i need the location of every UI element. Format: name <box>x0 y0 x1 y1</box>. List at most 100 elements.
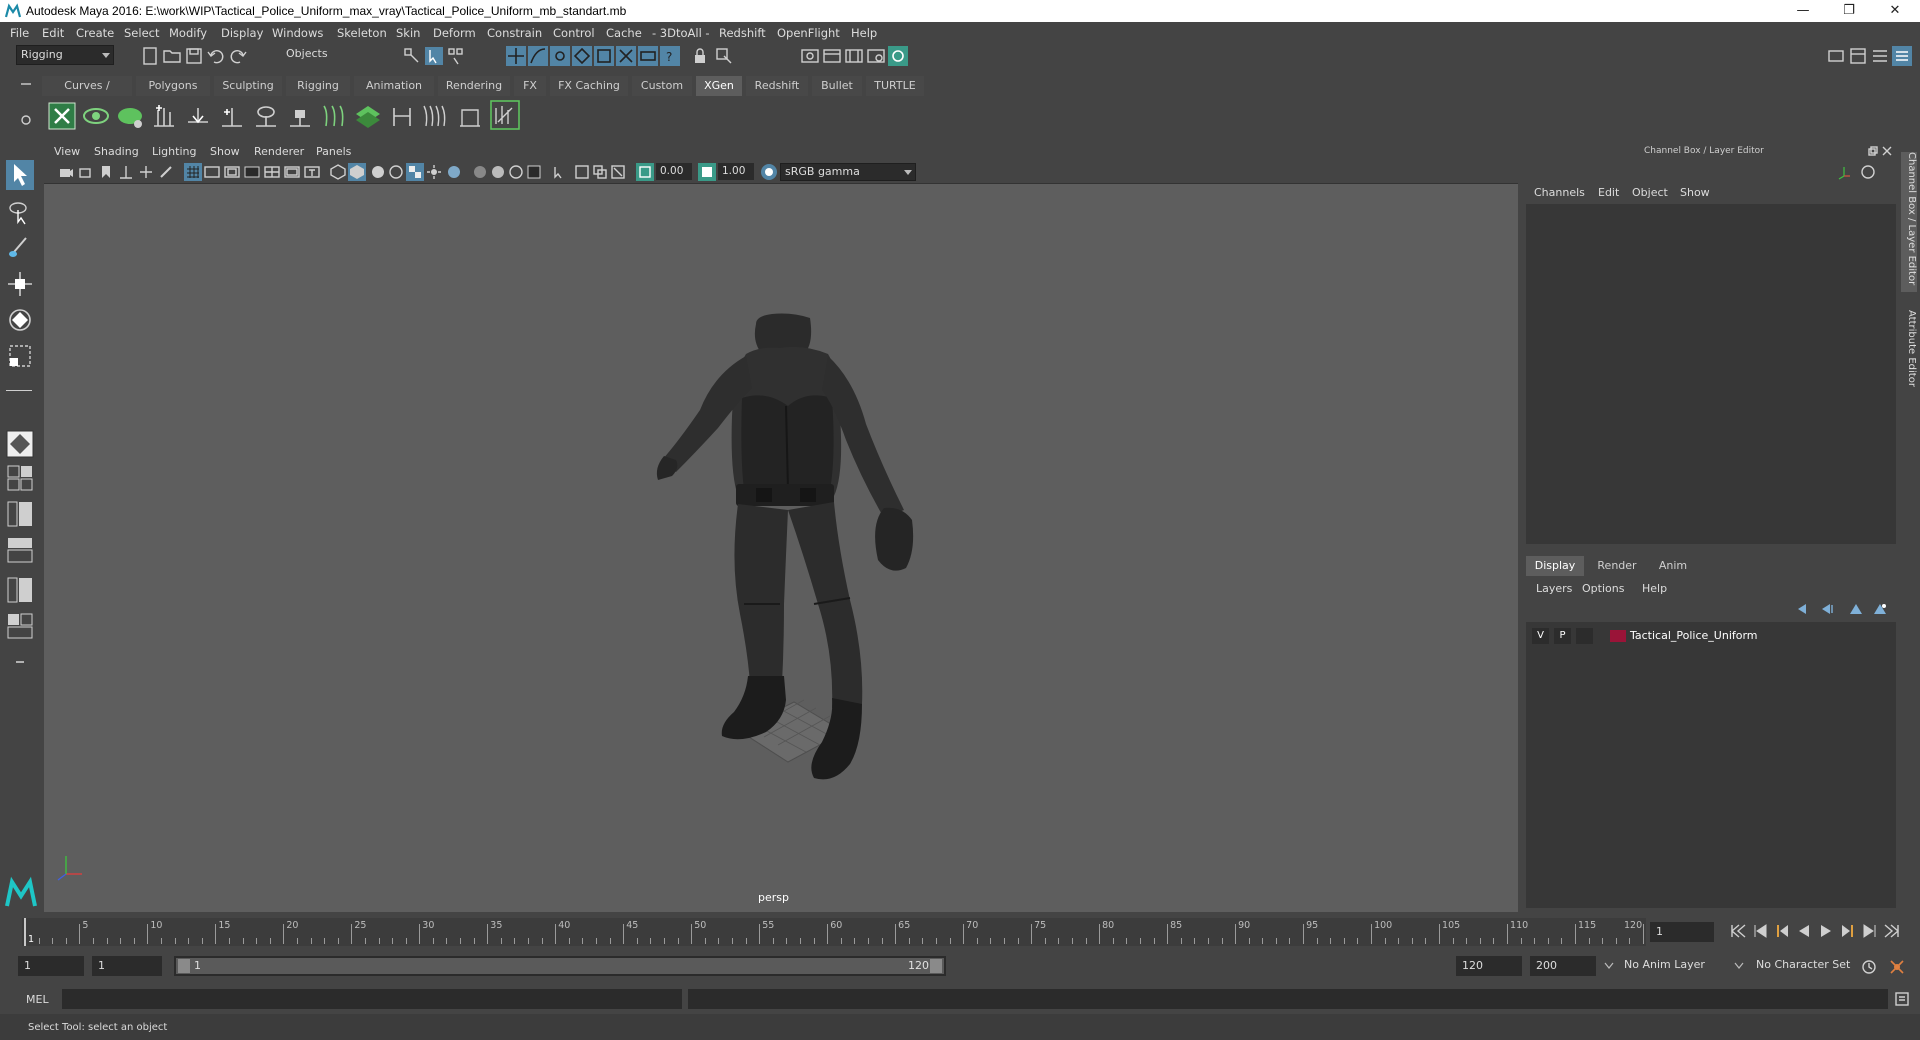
menu-deform[interactable]: Deform <box>433 26 476 40</box>
menu-skin[interactable]: Skin <box>396 26 420 40</box>
side-tab-attribute-editor[interactable]: Attribute Editor <box>1901 310 1917 400</box>
xgen-sculpt-guide-icon[interactable] <box>184 102 212 130</box>
view-transform-dropdown[interactable]: sRGB gamma <box>780 163 916 181</box>
smooth-shade-icon[interactable] <box>348 163 366 181</box>
step-forward-frame-icon[interactable] <box>1862 924 1878 938</box>
gate-mask-icon[interactable] <box>244 164 260 180</box>
panel-menu-view[interactable]: View <box>54 145 80 158</box>
new-layer-selected-icon[interactable] <box>1872 602 1888 616</box>
shelf-tab-fx-caching[interactable]: FX Caching <box>550 76 628 96</box>
camera-attributes-icon[interactable] <box>78 164 94 180</box>
xgen-lock-guides-icon[interactable] <box>286 102 314 130</box>
twod-pan-zoom-icon[interactable] <box>138 164 154 180</box>
auto-key-icon[interactable] <box>1860 958 1878 976</box>
channel-box-menu-channels[interactable]: Channels <box>1534 186 1585 199</box>
anim-layer-dropdown-arrow-icon[interactable] <box>1604 962 1614 970</box>
close-button[interactable]: ✕ <box>1872 0 1918 22</box>
xgen-place-guide-icon[interactable] <box>218 102 246 130</box>
menu-control[interactable]: Control <box>553 26 595 40</box>
select-hierarchy-icon[interactable] <box>402 46 422 66</box>
persp-graph-layout-icon[interactable] <box>6 536 34 564</box>
scale-tool-icon[interactable] <box>6 342 34 370</box>
layer-display-type-toggle[interactable] <box>1576 628 1593 644</box>
range-slider-left-grip[interactable] <box>178 959 190 973</box>
menu-3dtoall[interactable]: - 3DtoAll - <box>652 26 710 40</box>
xgen-rig-guides-icon[interactable] <box>388 102 416 130</box>
xray-icon[interactable] <box>574 164 590 180</box>
shelf-tab-animation[interactable]: Animation <box>354 76 434 96</box>
shelf-tab-fx[interactable]: FX <box>514 76 546 96</box>
xgen-preview-icon[interactable] <box>82 102 110 130</box>
textured-icon[interactable] <box>406 163 424 181</box>
menu-select[interactable]: Select <box>124 26 159 40</box>
persp-outliner-layout-icon[interactable] <box>6 500 34 528</box>
wireframe-icon[interactable] <box>330 164 346 180</box>
xgen-guide-select-icon[interactable] <box>490 100 520 130</box>
image-plane-icon[interactable] <box>118 164 134 180</box>
restore-button[interactable]: ❐ <box>1826 0 1872 22</box>
select-object-icon[interactable] <box>424 46 444 66</box>
hypershade-icon[interactable] <box>866 46 886 66</box>
time-slider[interactable]: 1 5 10 15 20 25 30 35 40 45 50 55 60 65 70 75 80 85 90 95 10… <box>22 914 1646 948</box>
open-scene-icon[interactable] <box>162 46 182 66</box>
layer-name[interactable]: Tactical_Police_Uniform <box>1630 629 1758 642</box>
shelf-tab-rendering[interactable]: Rendering <box>438 76 510 96</box>
new-layer-icon[interactable] <box>1848 602 1864 616</box>
undo-icon[interactable] <box>206 46 226 66</box>
history-icon[interactable] <box>638 46 658 66</box>
layer-menu-help[interactable]: Help <box>1642 582 1667 595</box>
move-tool-icon[interactable] <box>6 270 34 298</box>
animation-end-field[interactable]: 200 <box>1530 956 1596 976</box>
menu-display[interactable]: Display <box>221 26 263 40</box>
snap-curve-icon[interactable] <box>528 46 548 66</box>
character-set-dropdown-arrow-icon[interactable] <box>1734 962 1744 970</box>
four-view-layout-icon[interactable] <box>6 464 34 492</box>
xray-active-components-icon[interactable] <box>592 164 608 180</box>
xgen-brush-icon[interactable] <box>456 102 484 130</box>
channel-box-menu-show[interactable]: Show <box>1680 186 1710 199</box>
film-gate-icon[interactable] <box>204 164 220 180</box>
shelf-menu-icon[interactable] <box>18 74 34 94</box>
play-backwards-icon[interactable] <box>1796 924 1812 938</box>
layer-visibility-toggle[interactable]: V <box>1532 628 1549 644</box>
command-language-label[interactable]: MEL <box>26 993 49 1006</box>
shelf-tab-custom[interactable]: Custom <box>632 76 692 96</box>
shelf-settings-icon[interactable] <box>18 112 34 128</box>
snap-point-icon[interactable] <box>550 46 570 66</box>
ipr-render-icon[interactable] <box>822 46 842 66</box>
safe-action-icon[interactable] <box>284 164 300 180</box>
shelf-tab-polygons[interactable]: Polygons <box>136 76 210 96</box>
screen-space-ao-icon[interactable] <box>472 164 488 180</box>
layer-tab-display[interactable]: Display <box>1526 556 1584 576</box>
side-tab-channel-box[interactable]: Channel Box / Layer Editor <box>1901 152 1917 292</box>
menu-redshift[interactable]: Redshift <box>719 26 766 40</box>
selection-mode-dropdown[interactable]: Objects <box>282 45 380 65</box>
channel-box-menu-edit[interactable]: Edit <box>1598 186 1619 199</box>
play-forwards-icon[interactable] <box>1818 924 1834 938</box>
animation-start-field[interactable]: 1 <box>18 956 84 976</box>
playback-start-field[interactable]: 1 <box>92 956 162 976</box>
grease-pencil-icon[interactable] <box>158 164 174 180</box>
xgen-guides-to-curves-icon[interactable] <box>320 102 348 130</box>
exposure-icon[interactable] <box>636 163 654 181</box>
move-layer-down-icon[interactable] <box>1820 602 1836 616</box>
shelf-tab-bullet[interactable]: Bullet <box>812 76 862 96</box>
script-editor-icon[interactable] <box>1894 991 1910 1007</box>
float-panel-icon[interactable] <box>1868 146 1878 156</box>
color-management-icon[interactable] <box>760 163 778 181</box>
layer-playback-toggle[interactable]: P <box>1554 628 1571 644</box>
range-slider[interactable]: 1 120 <box>174 956 946 976</box>
layer-menu-layers[interactable]: Layers <box>1536 582 1572 595</box>
range-slider-right-grip[interactable] <box>930 959 942 973</box>
character-set-dropdown[interactable]: No Character Set <box>1752 956 1860 976</box>
lock-icon[interactable] <box>690 46 710 66</box>
camera-select-icon[interactable] <box>58 164 74 180</box>
step-back-frame-icon[interactable] <box>1752 924 1768 938</box>
xgen-grid-layer-icon[interactable] <box>354 102 382 130</box>
gamma-icon[interactable] <box>698 163 716 181</box>
make-live-icon[interactable] <box>616 46 636 66</box>
xray-joints-icon[interactable] <box>610 164 626 180</box>
current-time-marker[interactable] <box>24 918 26 946</box>
single-perspective-layout-icon[interactable] <box>6 430 34 458</box>
default-material-icon[interactable] <box>370 164 386 180</box>
